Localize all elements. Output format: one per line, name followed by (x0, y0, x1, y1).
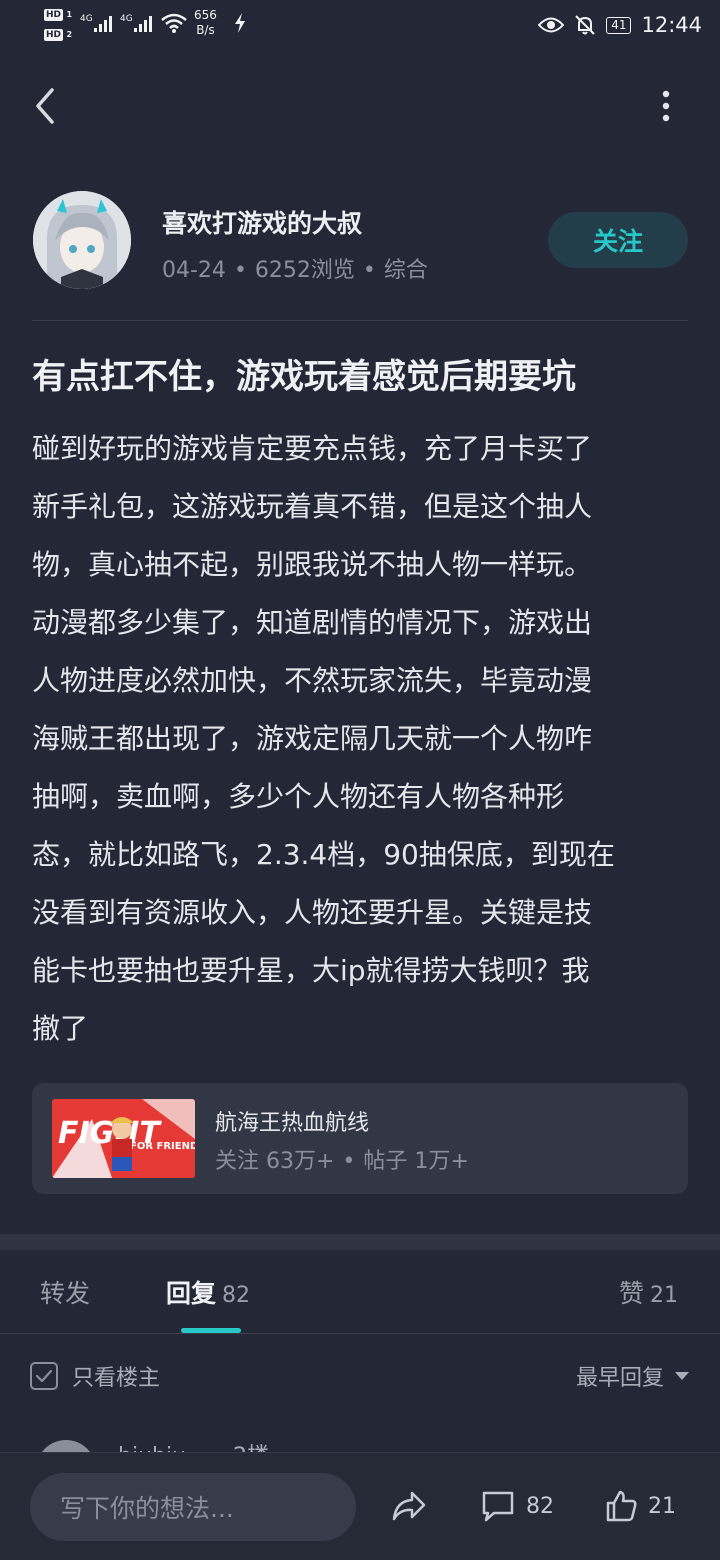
network-speed: 656 B/s (194, 8, 217, 37)
mute-bell-icon (575, 15, 595, 35)
tab-likes-count: 21 (650, 1283, 678, 1308)
status-right: 41 12:44 (538, 12, 702, 38)
body-line: 动漫都多少集了，知道剧情的情况下，游戏出 (32, 606, 593, 639)
body-line: 态，就比如路飞，2.3.4档，90抽保底，到现在 (32, 838, 615, 871)
author-avatar[interactable] (33, 191, 131, 289)
svg-text:4G: 4G (80, 14, 93, 24)
like-count: 21 (648, 1493, 676, 1519)
author-name[interactable]: 喜欢打游戏的大叔 (162, 204, 362, 240)
battery-indicator: 41 (606, 16, 632, 34)
hd-indicator-1: HD 1 (44, 9, 73, 21)
topic-stats: 关注 63万+ • 帖子 1万+ (215, 1143, 469, 1175)
thumbs-up-icon (606, 1490, 637, 1522)
bottom-action-bar: 写下你的想法... 82 21 (0, 1452, 720, 1560)
view-count: 6252浏览 (254, 258, 355, 283)
body-line: 海贼王都出现了，游戏定隔几天就一个人物咋 (32, 722, 593, 755)
comment-input[interactable]: 写下你的想法... (30, 1473, 356, 1541)
signal-2-icon: 4G (120, 14, 152, 32)
topic-image-text-2: FOR FRIENDS! (130, 1141, 195, 1152)
topic-name: 航海王热血航线 (215, 1111, 370, 1136)
comment-count: 82 (526, 1493, 554, 1519)
clock: 12:44 (641, 13, 702, 37)
section-separator (0, 1234, 720, 1250)
body-line: 能卡也要抽也要升星，大ip就得捞大钱呗？我 (32, 954, 590, 987)
avatar-illustration (33, 191, 131, 289)
follow-button[interactable]: 关注 (548, 212, 688, 268)
wifi-icon (161, 13, 187, 33)
post-meta: 04-24 • 6252浏览 • 综合 (162, 252, 428, 284)
checkmark-icon (35, 1369, 53, 1383)
post-body: 碰到好玩的游戏肯定要充点钱，充了月卡买了 新手礼包，这游戏玩着真不错，但是这个抽… (32, 420, 692, 1058)
body-line: 碰到好玩的游戏肯定要充点钱，充了月卡买了 (32, 432, 593, 465)
eye-icon (538, 17, 565, 33)
body-line: 人物进度必然加快，不然玩家流失，毕竟动漫 (32, 664, 593, 697)
post-category: 综合 (383, 258, 428, 283)
sort-label: 最早回复 (575, 1366, 664, 1391)
topic-image: FIGHT FOR FRIENDS! (52, 1099, 195, 1178)
status-bar: HD 1 HD 2 4G 4G 656 B/s 41 12:44 (0, 0, 720, 52)
tab-reply[interactable]: 回复 82 (166, 1274, 250, 1310)
comment-button[interactable]: 82 (480, 1489, 554, 1523)
tab-reply-count: 82 (222, 1283, 251, 1308)
share-icon (392, 1491, 426, 1521)
body-line: 新手礼包，这游戏玩着真不错，但是这个抽人 (32, 490, 593, 523)
signal-1-icon: 4G (80, 14, 112, 32)
meta-separator: • (233, 258, 247, 283)
topic-thumbnail: FIGHT FOR FRIENDS! (52, 1099, 195, 1178)
only-op-toggle[interactable]: 只看楼主 (30, 1360, 160, 1392)
topic-posts: 帖子 1万+ (363, 1149, 469, 1174)
back-arrow-icon[interactable] (28, 84, 68, 128)
hd-indicator-2: HD 2 (44, 29, 73, 41)
meta-separator: • (362, 258, 376, 283)
caret-down-icon (675, 1372, 689, 1380)
body-line: 抽啊，卖血啊，多少个人物还有人物各种形 (32, 780, 565, 813)
stats-separator: • (342, 1149, 356, 1174)
body-line: 物，真心抽不起，别跟我说不抽人物一样玩。 (32, 548, 593, 581)
tab-reply-label: 回复 (166, 1279, 217, 1308)
like-button[interactable]: 21 (604, 1489, 676, 1523)
sort-dropdown[interactable]: 最早回复 (576, 1360, 690, 1392)
post-detail-page: HD 1 HD 2 4G 4G 656 B/s 41 12:44 喜欢打游戏的大… (0, 0, 720, 1560)
post-date: 04-24 (162, 258, 226, 283)
body-line: 没看到有资源收入，人物还要升星。关键是技 (32, 896, 593, 929)
tab-forward[interactable]: 转发 (40, 1274, 90, 1310)
post-title: 有点扛不住，游戏玩着感觉后期要坑 (32, 357, 576, 397)
tab-likes-label: 赞 (618, 1279, 644, 1308)
only-op-label: 只看楼主 (72, 1366, 161, 1391)
tab-likes[interactable]: 赞 21 (619, 1274, 678, 1310)
more-options-icon[interactable] (652, 86, 680, 126)
body-line: 撤了 (32, 1012, 89, 1045)
comment-icon (482, 1491, 514, 1522)
svg-text:4G: 4G (120, 14, 133, 24)
share-button[interactable] (390, 1489, 428, 1523)
topic-followers: 关注 63万+ (215, 1149, 335, 1174)
data-saver-icon (235, 13, 245, 33)
only-op-checkbox[interactable] (30, 1362, 58, 1390)
divider (32, 320, 688, 321)
topic-card[interactable]: FIGHT FOR FRIENDS! 航海王热血航线 关注 63万+ • 帖子 1万… (32, 1083, 688, 1194)
divider (0, 1333, 720, 1334)
